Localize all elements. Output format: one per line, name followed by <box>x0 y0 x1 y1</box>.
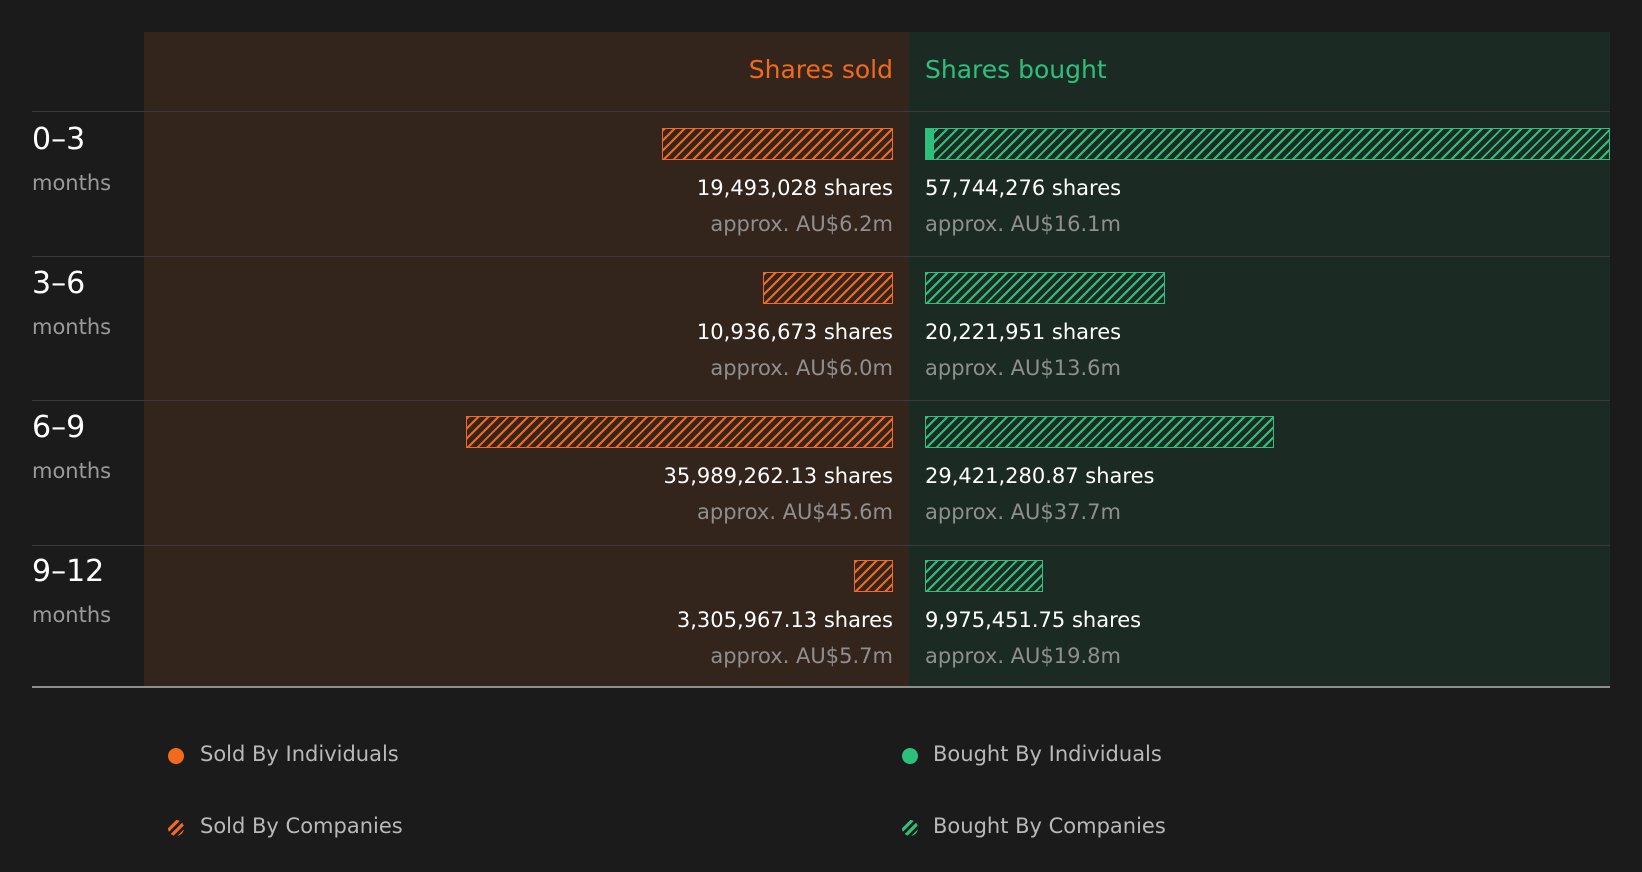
period-label: 3–6 <box>32 266 86 301</box>
bought-approx-value: approx. AU$19.8m <box>925 644 1121 668</box>
sold-shares-value: 19,493,028 shares <box>696 176 893 200</box>
bought-bar <box>925 560 1044 592</box>
sold-bar <box>763 272 893 304</box>
legend-label: Sold By Companies <box>200 814 403 838</box>
period-label: 0–3 <box>32 122 86 157</box>
sold-bar <box>466 416 893 448</box>
period-unit: months <box>32 171 112 195</box>
sold-by-companies-legend-swatch <box>168 820 184 836</box>
row-separator <box>32 256 1610 257</box>
period-unit: months <box>32 315 112 339</box>
sold-shares-value: 3,305,967.13 shares <box>676 608 893 632</box>
bought-bar <box>925 272 1165 304</box>
sold-bar <box>661 128 893 160</box>
chart-baseline <box>32 686 1610 688</box>
sold-approx-value: approx. AU$5.7m <box>710 644 893 668</box>
row-separator <box>32 400 1610 401</box>
bought-by-companies-legend-swatch <box>902 820 918 836</box>
legend-label: Bought By Companies <box>933 814 1166 838</box>
legend-label: Sold By Individuals <box>200 742 399 766</box>
bought-approx-value: approx. AU$37.7m <box>925 500 1121 524</box>
sold-shares-value: 10,936,673 shares <box>696 320 893 344</box>
bought-shares-value: 29,421,280.87 shares <box>925 464 1155 488</box>
sold-approx-value: approx. AU$6.0m <box>710 356 893 380</box>
bought-shares-value: 9,975,451.75 shares <box>925 608 1142 632</box>
row-separator <box>32 545 1610 546</box>
bought-by-individuals-bar <box>925 128 934 160</box>
period-label: 9–12 <box>32 554 105 589</box>
bought-by-individuals-legend-swatch <box>902 748 918 764</box>
bought-shares-value: 57,744,276 shares <box>925 176 1122 200</box>
sold-column-header: Shares sold <box>748 55 893 84</box>
sold-approx-value: approx. AU$6.2m <box>710 212 893 236</box>
bought-bar <box>925 128 1610 160</box>
sold-bar <box>853 560 893 592</box>
insider-trading-chart: Shares sold Shares bought 0–3 months 19,… <box>0 0 1642 872</box>
bought-approx-value: approx. AU$16.1m <box>925 212 1121 236</box>
period-label: 6–9 <box>32 410 86 445</box>
sold-by-individuals-legend-swatch <box>168 748 184 764</box>
bought-shares-value: 20,221,951 shares <box>925 320 1122 344</box>
period-unit: months <box>32 459 112 483</box>
bought-bar <box>925 416 1274 448</box>
period-unit: months <box>32 603 112 627</box>
sold-shares-value: 35,989,262.13 shares <box>663 464 893 488</box>
bought-approx-value: approx. AU$13.6m <box>925 356 1121 380</box>
bought-column-header: Shares bought <box>925 55 1107 84</box>
legend-label: Bought By Individuals <box>933 742 1162 766</box>
header-separator <box>32 111 1610 112</box>
sold-approx-value: approx. AU$45.6m <box>697 500 893 524</box>
